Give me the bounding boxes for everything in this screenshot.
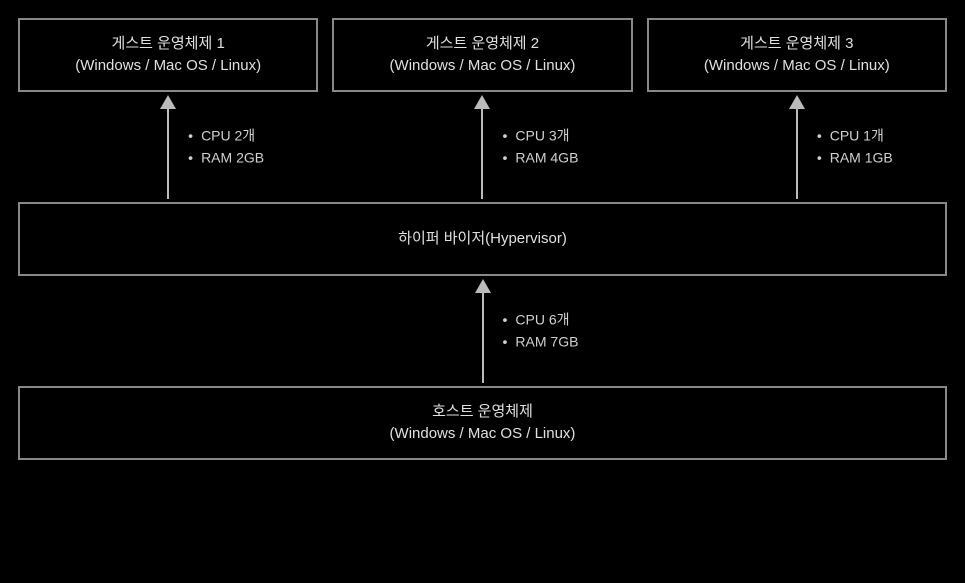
arrow-up-icon bbox=[474, 95, 490, 199]
guest-os-subtitle: (Windows / Mac OS / Linux) bbox=[390, 55, 576, 78]
spec-item: CPU 6개 bbox=[503, 309, 579, 331]
guest-os-title: 게스트 운영체제 1 bbox=[112, 33, 225, 56]
guest-specs-1: CPU 2개 RAM 2GB bbox=[188, 125, 264, 170]
host-os-title: 호스트 운영체제 bbox=[432, 401, 533, 424]
spec-item: CPU 3개 bbox=[502, 125, 578, 147]
arrow-up-icon bbox=[160, 95, 176, 199]
guest-os-title: 게스트 운영체제 3 bbox=[740, 33, 853, 56]
spec-item: RAM 4GB bbox=[502, 147, 578, 169]
arrow-cell-3: CPU 1개 RAM 1GB bbox=[647, 92, 947, 202]
guest-os-box-1: 게스트 운영체제 1 (Windows / Mac OS / Linux) bbox=[18, 18, 318, 92]
guest-arrows-row: CPU 2개 RAM 2GB CPU 3개 RAM 4GB CPU 1개 RAM… bbox=[18, 92, 947, 202]
host-arrow-cell: CPU 6개 RAM 7GB bbox=[18, 276, 947, 386]
spec-item: CPU 2개 bbox=[188, 125, 264, 147]
spec-item: RAM 2GB bbox=[188, 147, 264, 169]
guest-os-box-3: 게스트 운영체제 3 (Windows / Mac OS / Linux) bbox=[647, 18, 947, 92]
guest-os-subtitle: (Windows / Mac OS / Linux) bbox=[75, 55, 261, 78]
hypervisor-title: 하이퍼 바이저(Hypervisor) bbox=[398, 228, 567, 251]
arrow-up-icon bbox=[789, 95, 805, 199]
guest-os-row: 게스트 운영체제 1 (Windows / Mac OS / Linux) 게스… bbox=[18, 18, 947, 92]
host-os-subtitle: (Windows / Mac OS / Linux) bbox=[390, 423, 576, 446]
guest-os-title: 게스트 운영체제 2 bbox=[426, 33, 539, 56]
spec-item: RAM 1GB bbox=[817, 147, 893, 169]
host-os-box: 호스트 운영체제 (Windows / Mac OS / Linux) bbox=[18, 386, 947, 460]
arrow-cell-2: CPU 3개 RAM 4GB bbox=[332, 92, 632, 202]
spec-item: CPU 1개 bbox=[817, 125, 893, 147]
arrow-up-icon bbox=[475, 279, 491, 383]
spec-item: RAM 7GB bbox=[503, 331, 579, 353]
guest-os-box-2: 게스트 운영체제 2 (Windows / Mac OS / Linux) bbox=[332, 18, 632, 92]
hypervisor-box: 하이퍼 바이저(Hypervisor) bbox=[18, 202, 947, 276]
arrow-cell-1: CPU 2개 RAM 2GB bbox=[18, 92, 318, 202]
guest-os-subtitle: (Windows / Mac OS / Linux) bbox=[704, 55, 890, 78]
guest-specs-3: CPU 1개 RAM 1GB bbox=[817, 125, 893, 170]
guest-specs-2: CPU 3개 RAM 4GB bbox=[502, 125, 578, 170]
host-specs: CPU 6개 RAM 7GB bbox=[503, 309, 579, 354]
